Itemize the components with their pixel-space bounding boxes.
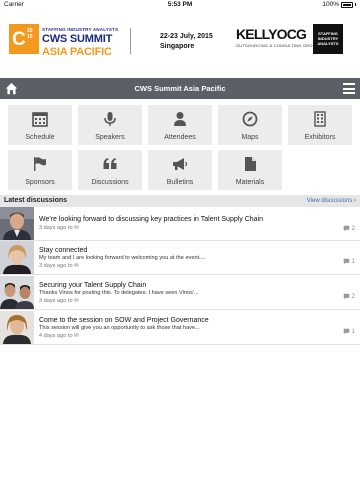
tile-bulletins[interactable]: Bulletins: [148, 150, 212, 190]
comment-icon: [343, 258, 349, 265]
view-discussions-link[interactable]: View discussions ›: [307, 198, 356, 204]
sponsor-logo: KELLYOCG OUTSOURCING & CONSULTING GROUP: [236, 26, 319, 48]
document-icon: [245, 157, 256, 171]
tile-label: Bulletins: [166, 179, 194, 186]
discussion-title: Securing your Talent Supply Chain: [39, 282, 147, 289]
comment-icon: [343, 225, 349, 232]
comment-count: 2: [343, 293, 355, 300]
building-icon: [314, 111, 326, 127]
discussions-title: Latest discussions: [4, 197, 68, 204]
discussion-preview: Thanks Vinos for posting this. To delega…: [39, 290, 199, 296]
tile-label: Exhibitors: [304, 134, 336, 141]
tile-attendees[interactable]: Attendees: [148, 105, 212, 145]
battery-percent: 100%: [322, 1, 339, 8]
battery-tip: [355, 3, 356, 6]
sponsor-logo-wordmark: KELLYOCG: [236, 26, 307, 42]
quote-icon: [103, 158, 117, 169]
battery-indicator: 100%: [322, 1, 356, 8]
discussion-title: Stay connected: [39, 247, 88, 254]
tile-label: Maps: [241, 134, 259, 141]
feature-grid: Schedule Speakers Attendees Maps Exhibit…: [0, 99, 360, 193]
discussion-item[interactable]: We're looking forward to discussing key …: [0, 207, 360, 241]
discussion-preview: My team and I are looking forward to wel…: [39, 255, 206, 261]
banner-supertitle: STAFFING INDUSTRY ANALYSTS: [42, 27, 119, 32]
battery-icon: [341, 1, 353, 8]
calendar-icon: [32, 112, 48, 127]
avatar: [0, 311, 34, 344]
clock: 5:53 PM: [167, 1, 193, 8]
event-logo-mark: C: [12, 29, 26, 50]
tile-label: Materials: [235, 179, 265, 186]
banner-event-name: CWS SUMMIT: [42, 33, 113, 45]
avatar: [0, 276, 34, 309]
flag-icon: [34, 157, 46, 171]
discussion-meta: 3 days ago to ✉: [39, 298, 79, 304]
sponsor-logo-tagline: OUTSOURCING & CONSULTING GROUP: [236, 43, 319, 48]
person-icon: [174, 112, 186, 126]
avatar: [0, 241, 34, 274]
discussion-preview: This session will give you an opportunit…: [39, 325, 200, 331]
tile-label: Attendees: [164, 134, 196, 141]
event-logo-year: 20 15: [27, 28, 33, 40]
tile-materials[interactable]: Materials: [218, 150, 282, 190]
megaphone-icon: [173, 158, 188, 170]
banner-divider: [130, 28, 131, 54]
comment-count: 1: [343, 328, 355, 335]
discussion-item[interactable]: Come to the session on SOW and Project G…: [0, 311, 360, 345]
tile-label: Schedule: [25, 134, 55, 141]
navigation-bar: CWS Summit Asia Pacific: [0, 78, 360, 99]
tile-label: Sponsors: [25, 179, 55, 186]
discussions-header: Latest discussions View discussions ›: [0, 195, 360, 207]
event-banner: C 20 15 STAFFING INDUSTRY ANALYSTS CWS SU…: [0, 10, 360, 78]
discussion-item[interactable]: Stay connected My team and I are looking…: [0, 241, 360, 275]
discussion-item[interactable]: Securing your Talent Supply Chain Thanks…: [0, 276, 360, 310]
organizer-logo: STAFFING INDUSTRY ANALYSTS: [313, 24, 343, 54]
discussion-title: We're looking forward to discussing key …: [39, 216, 264, 223]
tile-maps[interactable]: Maps: [218, 105, 282, 145]
tile-exhibitors[interactable]: Exhibitors: [288, 105, 352, 145]
tile-discussions[interactable]: Discussions: [78, 150, 142, 190]
tile-label: Speakers: [95, 134, 125, 141]
microphone-icon: [104, 112, 116, 126]
banner-dates: 22-23 July, 2015: [160, 33, 213, 40]
banner-location: Singapore: [160, 43, 195, 50]
status-bar: Carrier 5:53 PM 100%: [0, 0, 360, 10]
compass-icon: [242, 111, 258, 127]
banner-event-region: ASIA PACIFIC: [42, 46, 112, 58]
tile-speakers[interactable]: Speakers: [78, 105, 142, 145]
discussion-meta: 3 days ago to ✉: [39, 225, 79, 231]
avatar: [0, 207, 34, 240]
discussion-meta: 4 days ago to ✉: [39, 333, 79, 339]
discussion-meta: 3 days ago to ✉: [39, 263, 79, 269]
comment-count: 2: [343, 225, 355, 232]
tile-label: Discussions: [91, 179, 129, 186]
tile-schedule[interactable]: Schedule: [8, 105, 72, 145]
navbar-title: CWS Summit Asia Pacific: [134, 84, 226, 93]
comment-icon: [343, 328, 349, 335]
comment-count: 1: [343, 258, 355, 265]
event-logo: C 20 15: [9, 24, 39, 54]
tile-sponsors[interactable]: Sponsors: [8, 150, 72, 190]
discussion-title: Come to the session on SOW and Project G…: [39, 317, 209, 324]
hamburger-menu-icon[interactable]: [343, 83, 355, 94]
comment-icon: [343, 293, 349, 300]
